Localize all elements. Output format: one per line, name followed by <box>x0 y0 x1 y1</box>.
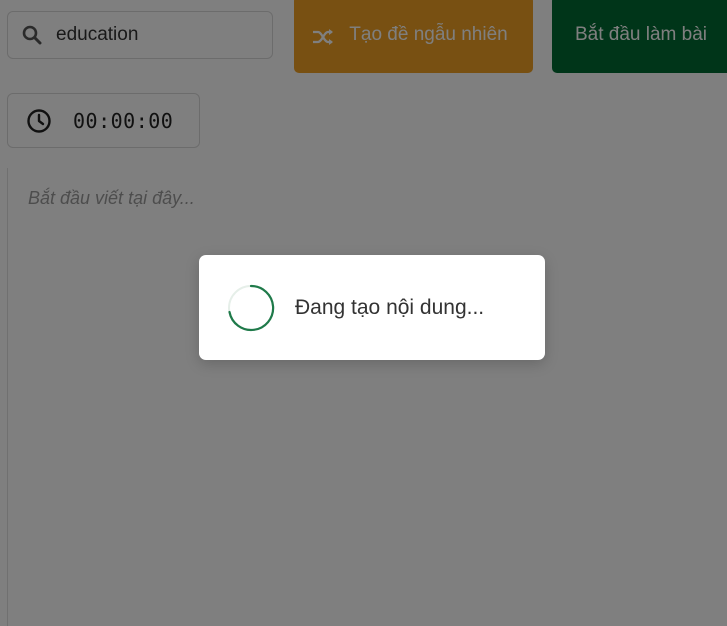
modal-overlay: Đang tạo nội dung... <box>0 0 727 626</box>
loading-dialog: Đang tạo nội dung... <box>199 255 545 360</box>
loading-spinner-icon <box>228 284 275 331</box>
loading-text: Đang tạo nội dung... <box>295 295 485 319</box>
